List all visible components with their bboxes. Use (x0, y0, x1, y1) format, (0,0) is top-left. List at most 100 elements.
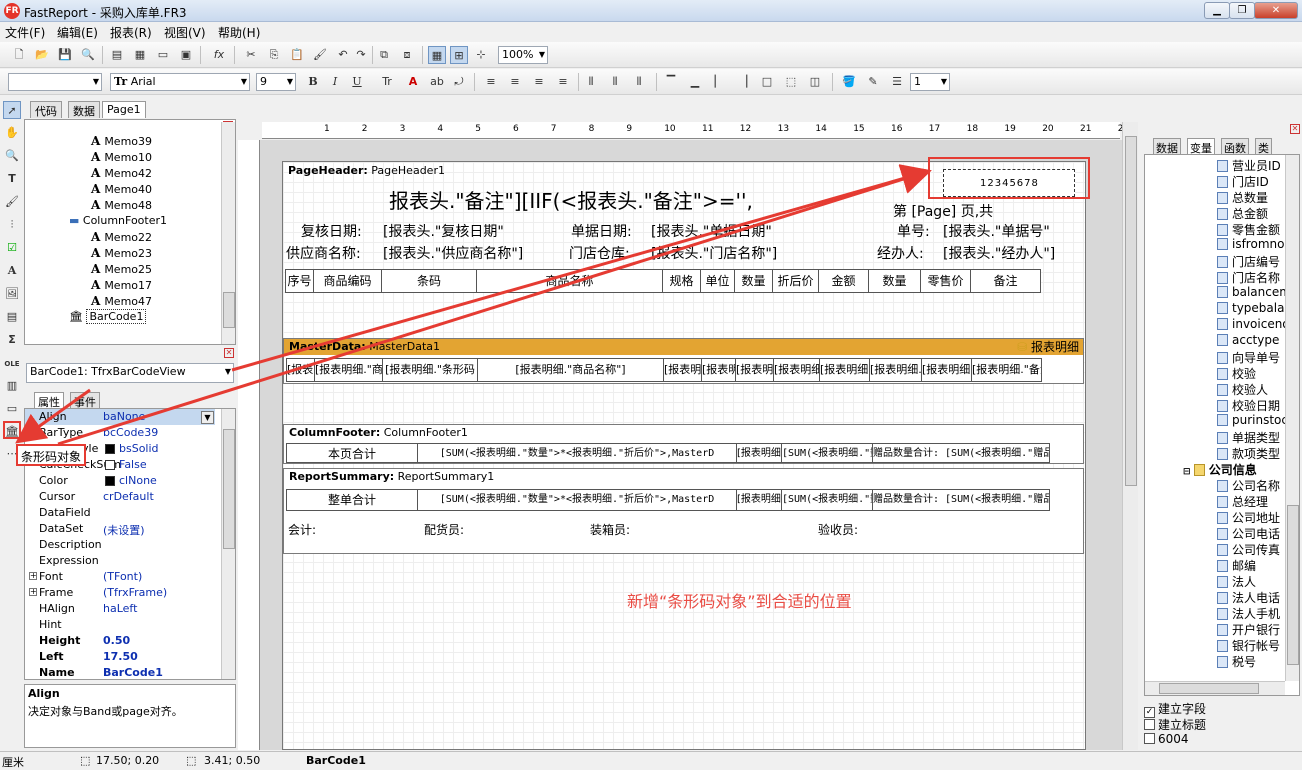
tab-page1[interactable]: Page1 (102, 101, 146, 118)
supplier-memo[interactable]: [报表头."供应商名称"] (383, 243, 523, 263)
redo-icon[interactable]: ↷ (352, 46, 370, 64)
doc-no-memo[interactable]: [报表头."单据号" (943, 221, 1050, 241)
store-memo[interactable]: [报表头."门店名称"] (651, 243, 777, 263)
underline-button[interactable]: U (348, 73, 366, 91)
tree-item[interactable]: A Memo17 (91, 278, 152, 292)
page-total-qty-memo[interactable]: [SUM(<报表明细."数量">,MasterData1)] (781, 443, 873, 463)
property-value[interactable]: bcCode39 (103, 426, 158, 439)
detail-cell[interactable]: [报表明细."单 (701, 358, 736, 382)
cut-icon[interactable]: ✂ (242, 46, 260, 64)
hand-tool-icon[interactable]: ✋ (3, 124, 21, 142)
variable-item[interactable]: 零售金额 (1217, 221, 1280, 238)
checkbox-tool-icon[interactable]: ☑ (3, 239, 21, 257)
property-row[interactable]: Align baNone (25, 409, 215, 425)
variable-item[interactable]: 总数量 (1217, 189, 1268, 206)
expand-icon[interactable]: + (29, 572, 37, 580)
function-icon[interactable]: fx (210, 46, 228, 64)
close-button[interactable]: ✕ (1254, 2, 1298, 19)
property-value[interactable]: (未设置) (103, 522, 145, 538)
report-summary-band[interactable]: ReportSummary: ReportSummary1 整单合计 [SUM(… (283, 468, 1084, 554)
preview-icon[interactable]: 🔍 (79, 46, 97, 64)
tree-item[interactable]: 🏛 BarCode1 (69, 309, 147, 324)
variable-item[interactable]: 门店名称 (1217, 269, 1280, 286)
page-total-qty-header[interactable]: [报表明细."数量" (736, 443, 782, 463)
tree-item[interactable]: A Memo25 (91, 262, 152, 276)
variable-item[interactable]: 银行帐号 (1217, 637, 1280, 654)
ungroup-icon[interactable]: ⧈ (398, 46, 416, 64)
inspector-memo[interactable]: 验收员: (818, 521, 858, 538)
memo-tool-icon[interactable]: A (3, 262, 21, 280)
variable-item[interactable]: 款项类型 (1217, 445, 1280, 462)
frame-right-icon[interactable]: ▕ (734, 73, 752, 91)
variable-item[interactable]: 邮编 (1217, 557, 1256, 574)
align-left-icon[interactable]: ≡ (482, 73, 500, 91)
handler-memo[interactable]: [报表头."经办人"] (943, 243, 1055, 263)
design-scrollbar[interactable] (1122, 122, 1138, 750)
tab-data[interactable]: 数据 (68, 101, 100, 118)
property-value[interactable]: clNone (119, 474, 157, 487)
tab-functions[interactable]: 函数 (1221, 138, 1249, 155)
column-header-cell[interactable]: 零售价 (920, 269, 971, 293)
property-row[interactable]: Description (25, 537, 215, 553)
detail-cell[interactable]: [报表明细."折后价"] (773, 358, 820, 382)
handler-label[interactable]: 经办人: (877, 243, 924, 263)
line-width-select[interactable]: 1 ▼ (910, 73, 950, 91)
tab-code[interactable]: 代码 (30, 101, 62, 118)
variable-item[interactable]: isfromno (1217, 237, 1284, 251)
variable-item[interactable]: 法人手机 (1217, 605, 1280, 622)
tree-item[interactable]: A Memo10 (91, 150, 152, 164)
grand-total-qty-memo[interactable]: [SUM(<报表明细."数量">,MasterData1)] (781, 489, 873, 511)
variable-item[interactable]: 单据类型 (1217, 429, 1280, 446)
accountant-memo[interactable]: 会计: (288, 521, 316, 538)
font-color-icon[interactable]: A (404, 73, 422, 91)
page-header-band[interactable]: PageHeader: PageHeader1 报表头."备注"][IIF(<报… (283, 157, 1090, 298)
property-row[interactable]: + Frame (TfrxFrame) (25, 585, 215, 601)
tab-events[interactable]: 事件 (70, 392, 100, 409)
group-icon[interactable]: ⧉ (375, 46, 393, 64)
property-value[interactable]: crDefault (103, 490, 154, 503)
column-header-cell[interactable]: 数量 (734, 269, 773, 293)
font-size-select[interactable]: 9 ▼ (256, 73, 296, 91)
zoom-tool-icon[interactable]: 🔍 (3, 147, 21, 165)
variables-scrollbar[interactable] (1285, 155, 1299, 681)
align-bottom-icon[interactable]: ⫴ (630, 73, 648, 91)
grand-total-qty-header[interactable]: [报表明细."数量" (736, 489, 782, 511)
sum-tool-icon[interactable]: Σ (3, 331, 21, 349)
tab-properties[interactable]: 属性 (34, 392, 64, 409)
variable-group[interactable]: ⊟ 公司信息 (1183, 461, 1257, 478)
tree-item[interactable]: A Memo48 (91, 198, 152, 212)
variable-item[interactable]: 总金额 (1217, 205, 1268, 222)
column-header-cell[interactable]: 金额 (818, 269, 869, 293)
delete-page-icon[interactable]: ▭ (154, 46, 172, 64)
undo-icon[interactable]: ↶ (334, 46, 352, 64)
property-value[interactable]: BarCode1 (103, 666, 163, 679)
property-row[interactable]: + Font (TFont) (25, 569, 215, 585)
grand-total-label[interactable]: 整单合计 (286, 489, 418, 511)
align-right-icon[interactable]: ≡ (530, 73, 548, 91)
frame-all-icon[interactable]: □ (758, 73, 776, 91)
copy-icon[interactable]: ⎘ (265, 46, 283, 64)
variable-item[interactable]: 总经理 (1217, 493, 1268, 510)
column-header-cell[interactable]: 折后价 (772, 269, 819, 293)
review-date-label[interactable]: 复核日期: (301, 221, 362, 241)
property-row[interactable]: Left 17.50 (25, 649, 215, 665)
variable-item[interactable]: 向导单号 (1217, 349, 1280, 366)
option-checkbox[interactable]: 建立标题 (1144, 716, 1206, 733)
variable-item[interactable]: 公司电话 (1217, 525, 1280, 542)
tab-variables[interactable]: 变量 (1187, 138, 1215, 155)
ole-tool-icon[interactable]: OLE (3, 355, 21, 373)
property-value[interactable]: 0.50 (103, 634, 130, 647)
property-value[interactable]: haLeft (103, 602, 137, 615)
column-header-cell[interactable]: 数量 (868, 269, 921, 293)
maximize-button[interactable]: ❐ (1229, 2, 1255, 19)
frame-style-icon[interactable]: ☰ (888, 73, 906, 91)
detail-cell[interactable]: [报表明细."数 (735, 358, 774, 382)
column-header-cell[interactable]: 单位 (700, 269, 735, 293)
format-painter-icon[interactable]: 🖌 (311, 46, 329, 64)
variable-item[interactable]: 开户银行 (1217, 621, 1280, 638)
font-settings-icon[interactable]: Tr (378, 73, 396, 91)
store-label[interactable]: 门店仓库: (569, 243, 630, 263)
variable-item[interactable]: 法人电话 (1217, 589, 1280, 606)
column-header-cell[interactable]: 商品编码 (313, 269, 382, 293)
packer-memo[interactable]: 装箱员: (590, 521, 630, 538)
